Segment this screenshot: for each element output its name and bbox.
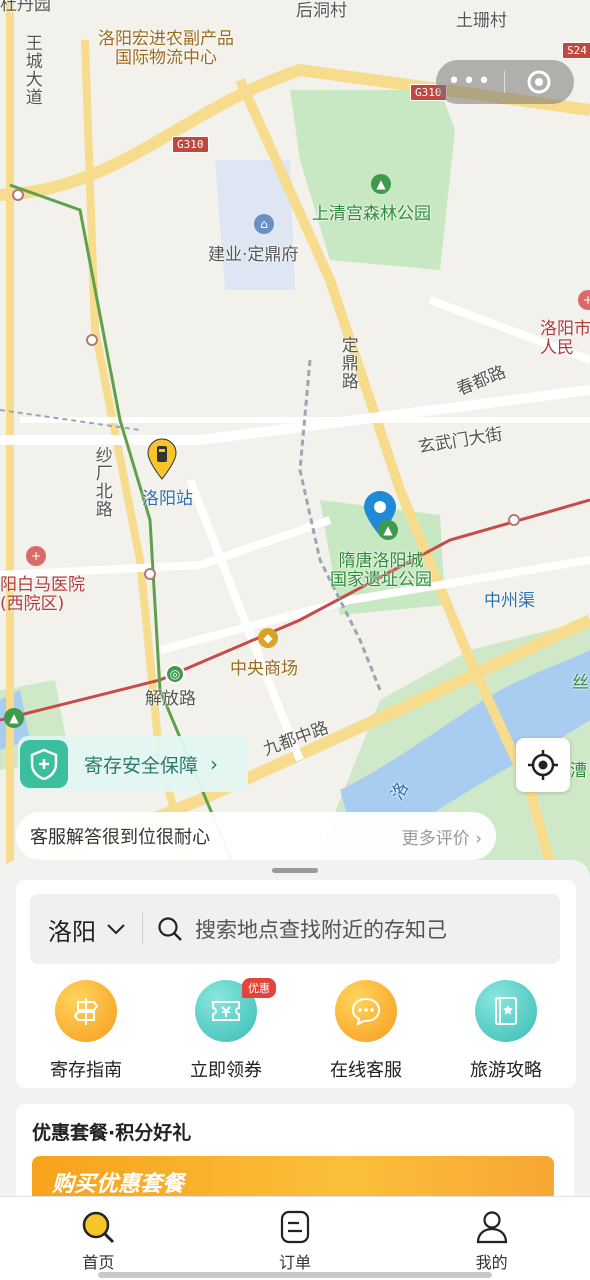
quick-action-label: 立即领券 <box>190 1060 262 1081</box>
close-button[interactable] <box>505 69 573 95</box>
tree-icon: ▲ <box>4 708 24 728</box>
map-label: 丝 <box>572 673 589 693</box>
target-close-icon <box>527 70 551 94</box>
search-input[interactable]: 搜索地点查找附近的存知己 <box>195 914 447 944</box>
building-icon: ⌂ <box>254 214 274 234</box>
metro-icon: ◎ <box>165 664 185 684</box>
review-ticker[interactable]: 客服解答很到位很耐心 更多评价 › <box>16 812 496 860</box>
locker-station-marker[interactable] <box>146 438 178 484</box>
promo-title: 优惠套餐·积分好礼 <box>32 1122 192 1144</box>
safety-guarantee-banner[interactable]: 寄存安全保障 › <box>18 736 248 792</box>
quick-action-guide[interactable]: 寄存指南 <box>16 980 156 1082</box>
map-label: 隋唐洛阳城 国家遗址公园 <box>330 551 432 590</box>
map-label: 漕 <box>570 761 587 781</box>
map-label: 定鼎路 <box>337 336 358 390</box>
order-icon <box>280 1210 310 1244</box>
locate-me-button[interactable] <box>516 738 570 792</box>
map-label: 杜丹园 <box>0 0 51 15</box>
search-bar[interactable]: 洛阳 搜索地点查找附近的存知己 <box>30 894 560 964</box>
quick-action-travel-guide[interactable]: 旅游攻略 <box>436 980 576 1082</box>
guidebook-icon <box>475 980 537 1042</box>
map-view[interactable]: 杜丹园 后洞村 土珊村 洛阳宏进农副产品 国际物流中心 王城大道 G310 G3… <box>0 0 590 900</box>
miniprogram-capsule[interactable]: ••• <box>436 60 574 104</box>
quick-action-label: 在线客服 <box>330 1060 402 1081</box>
chevron-right-icon: › <box>210 752 219 776</box>
quick-actions: 寄存指南 优惠 立即领券 在线客服 旅游攻略 <box>16 978 576 1082</box>
search-icon <box>158 917 182 941</box>
map-label: 洛阳宏进农副产品 国际物流中心 <box>98 29 234 68</box>
map-label: 上清宫森林公园 <box>312 204 431 224</box>
city-name: 洛阳 <box>48 917 96 946</box>
shield-icon <box>20 740 68 788</box>
profile-icon <box>476 1211 507 1244</box>
chat-icon <box>335 980 397 1042</box>
map-label: 洛阳市 人民 <box>540 319 590 358</box>
safety-label: 寄存安全保障 <box>84 754 199 777</box>
map-label: 后洞村 <box>296 1 347 21</box>
promo-banner-text: 购买优惠套餐 <box>52 1172 185 1197</box>
signpost-icon <box>55 980 117 1042</box>
map-label: 阳白马医院 (西院区) <box>0 575 85 614</box>
locker-pin-icon <box>147 438 177 480</box>
map-label: 王城大道 <box>21 34 42 106</box>
map-label: 解放路 <box>145 689 196 709</box>
bottom-tab-bar: 首页 订单 我的 <box>0 1196 590 1280</box>
search-divider <box>142 913 143 945</box>
quick-action-coupon[interactable]: 优惠 立即领券 <box>156 978 296 1082</box>
tab-orders[interactable]: 订单 <box>197 1197 394 1280</box>
quick-action-label: 旅游攻略 <box>470 1060 542 1081</box>
tab-label: 订单 <box>279 1253 312 1272</box>
quick-action-label: 寄存指南 <box>50 1060 122 1081</box>
map-label: 中央商场 <box>230 659 298 679</box>
tab-home[interactable]: 首页 <box>0 1197 197 1280</box>
sheet-drag-handle[interactable] <box>272 868 318 873</box>
tab-label: 我的 <box>475 1253 508 1272</box>
discount-badge: 优惠 <box>242 978 276 998</box>
map-label: 洛阳站 <box>142 489 193 509</box>
map-label: 土珊村 <box>456 11 507 31</box>
road-shield: G310 <box>172 136 209 153</box>
road-shield: S24 <box>562 42 590 59</box>
map-label: 中州渠 <box>484 591 535 611</box>
tree-icon: ▲ <box>371 174 391 194</box>
tab-profile[interactable]: 我的 <box>393 1197 590 1280</box>
quick-action-support[interactable]: 在线客服 <box>296 980 436 1082</box>
home-search-icon <box>83 1211 115 1244</box>
city-selector[interactable]: 洛阳 <box>30 912 126 947</box>
crosshair-icon <box>528 750 558 780</box>
map-label: 纱厂北路 <box>91 446 112 518</box>
more-reviews-link[interactable]: 更多评价 › <box>402 824 482 849</box>
hospital-icon: + <box>26 546 46 566</box>
review-message: 客服解答很到位很耐心 <box>30 827 210 848</box>
tab-label: 首页 <box>82 1253 115 1272</box>
tree-icon: ▲ <box>378 520 398 540</box>
map-label: 建业·定鼎府 <box>208 245 299 265</box>
home-indicator[interactable] <box>98 1272 492 1278</box>
shopping-icon: ◆ <box>258 628 278 648</box>
more-button[interactable]: ••• <box>436 60 504 104</box>
chevron-down-icon <box>107 924 125 935</box>
search-card: 洛阳 搜索地点查找附近的存知己 寄存指南 优惠 立即领券 在线客服 旅游攻略 <box>16 880 576 1088</box>
